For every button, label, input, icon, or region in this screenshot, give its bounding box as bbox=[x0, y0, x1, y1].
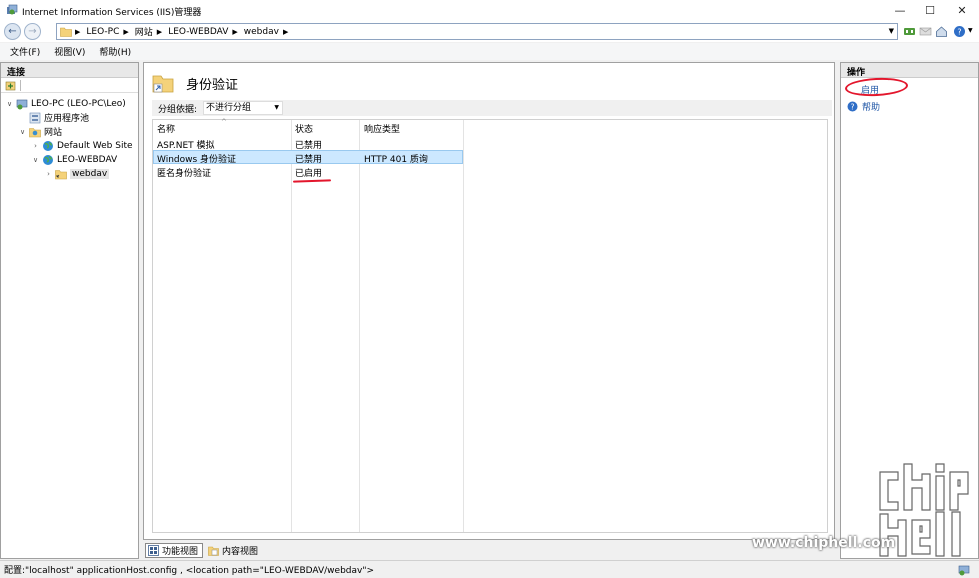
tree-item-sites[interactable]: ∨ 网站 bbox=[18, 125, 63, 139]
maximize-icon: ☐ bbox=[925, 4, 935, 17]
group-by-select[interactable]: 不进行分组 ▼ bbox=[203, 101, 284, 115]
maximize-button[interactable]: ☐ bbox=[915, 0, 945, 21]
menu-file[interactable]: 文件(F) bbox=[10, 45, 40, 58]
annotation-underline bbox=[292, 179, 332, 183]
chevron-down-icon[interactable]: ∨ bbox=[5, 100, 14, 108]
status-text: 配置:"localhost" applicationHost.config , … bbox=[4, 566, 375, 576]
page-header: 身份验证 bbox=[152, 69, 238, 97]
chevron-right-icon[interactable]: › bbox=[44, 170, 53, 178]
menu-help[interactable]: 帮助(H) bbox=[99, 45, 131, 58]
chevron-down-icon: ▼ bbox=[274, 104, 280, 111]
breadcrumb-item[interactable]: LEO-PC bbox=[86, 27, 119, 37]
title-bar: Internet Information Services (IIS)管理器 —… bbox=[0, 0, 979, 21]
menu-bar: 文件(F) 视图(V) 帮助(H) bbox=[0, 43, 979, 60]
help-icon: ? bbox=[847, 101, 858, 112]
content-view-icon bbox=[208, 546, 219, 556]
features-view-icon bbox=[148, 544, 159, 556]
help-icon[interactable]: ? bbox=[953, 25, 966, 38]
close-button[interactable]: ✕ bbox=[947, 0, 977, 21]
svg-text:?: ? bbox=[851, 102, 855, 111]
chevron-down-icon[interactable]: ▼ bbox=[968, 27, 973, 34]
breadcrumb-item[interactable]: LEO-WEBDAV bbox=[168, 27, 228, 37]
chevron-down-icon[interactable]: ▼ bbox=[889, 27, 894, 35]
tree-item-default-web-site[interactable]: › Default Web Site bbox=[31, 139, 133, 152]
group-by-value: 不进行分组 bbox=[206, 103, 252, 113]
connections-toolbar bbox=[1, 78, 138, 93]
tree-label: 网站 bbox=[44, 128, 63, 138]
menu-view[interactable]: 视图(V) bbox=[54, 45, 85, 58]
chevron-right-icon: ▶ bbox=[232, 27, 238, 36]
column-header-status[interactable]: 状态 bbox=[295, 122, 313, 135]
tree-item-leo-webdav[interactable]: ∨ LEO-WEBDAV bbox=[31, 153, 117, 166]
breadcrumb-item[interactable]: 网站 bbox=[135, 25, 153, 38]
address-bar: ← → ▶ LEO-PC ▶ 网站 ▶ LEO-WEBDAV ▶ webdav … bbox=[0, 21, 979, 42]
mail-icon[interactable] bbox=[919, 25, 932, 38]
forward-button[interactable]: → bbox=[24, 23, 41, 40]
breadcrumb-item[interactable]: webdav bbox=[244, 27, 279, 37]
column-header-name[interactable]: 名称 bbox=[157, 122, 175, 135]
create-connection-icon[interactable] bbox=[5, 80, 16, 91]
tree-label: LEO-WEBDAV bbox=[57, 154, 118, 165]
cell-name: 匿名身份验证 bbox=[157, 169, 212, 179]
tree-item-app-pools[interactable]: 应用程序池 bbox=[18, 111, 89, 124]
connections-header: 连接 bbox=[1, 63, 138, 78]
sites-folder-icon bbox=[29, 127, 41, 137]
auth-table: 名称 ^ 状态 响应类型 ASP.NET 模拟 已禁用 Windows 身份验证… bbox=[152, 118, 828, 533]
tree-label: webdav bbox=[70, 168, 110, 179]
group-by-bar: 分组依据: 不进行分组 ▼ bbox=[152, 100, 832, 116]
chevron-right-icon: ▶ bbox=[282, 27, 289, 36]
view-tabs: 功能视图 内容视图 bbox=[145, 542, 265, 558]
page-title: 身份验证 bbox=[186, 77, 239, 93]
chevron-right-icon: ▶ bbox=[75, 27, 81, 36]
svg-text:?: ? bbox=[957, 28, 961, 37]
minimize-button[interactable]: — bbox=[885, 0, 915, 21]
breadcrumb[interactable]: ▶ LEO-PC ▶ 网站 ▶ LEO-WEBDAV ▶ webdav ▶ ▼ bbox=[56, 23, 898, 40]
tab-label: 功能视图 bbox=[162, 546, 199, 557]
tab-label: 内容视图 bbox=[222, 546, 259, 557]
help-link[interactable]: 帮助 bbox=[862, 100, 880, 113]
home-icon[interactable] bbox=[935, 25, 948, 38]
close-icon: ✕ bbox=[957, 4, 967, 17]
tree-label: LEO-PC (LEO-PC\Leo) bbox=[31, 98, 126, 109]
table-row[interactable]: 匿名身份验证 已启用 bbox=[153, 164, 463, 179]
actions-header: 操作 bbox=[841, 63, 978, 78]
cell-status: 已启用 bbox=[295, 169, 323, 179]
arrow-left-icon: ← bbox=[8, 26, 17, 37]
folder-icon bbox=[60, 27, 72, 37]
app-pool-icon bbox=[29, 112, 41, 123]
tree-item-server[interactable]: ∨ LEO-PC (LEO-PC\Leo) bbox=[5, 97, 126, 110]
table-row[interactable]: Windows 身份验证 已禁用 HTTP 401 质询 bbox=[153, 150, 463, 165]
connections-panel: 连接 ∨ LEO-PC (LEO-PC\Leo) 应用程序池 ∨ 网站 › De… bbox=[0, 62, 139, 559]
group-by-label: 分组依据: bbox=[158, 104, 198, 115]
column-header-response-type[interactable]: 响应类型 bbox=[364, 122, 400, 135]
chevron-right-icon: ▶ bbox=[123, 27, 129, 36]
watermark-text: www.chiphell.com bbox=[752, 535, 896, 551]
table-row[interactable]: ASP.NET 模拟 已禁用 bbox=[153, 136, 463, 151]
window-title: Internet Information Services (IIS)管理器 bbox=[22, 8, 202, 18]
tree-label: 应用程序池 bbox=[44, 114, 90, 124]
tab-features-view[interactable]: 功能视图 bbox=[145, 542, 204, 558]
tree-item-webdav[interactable]: › webdav bbox=[44, 167, 110, 180]
chevron-down-icon[interactable]: ∨ bbox=[18, 128, 27, 136]
chevron-right-icon[interactable]: › bbox=[31, 142, 40, 150]
iis-app-icon bbox=[7, 4, 18, 15]
connect-icon[interactable] bbox=[903, 25, 916, 38]
server-icon bbox=[16, 99, 28, 109]
feature-view-panel: 身份验证 分组依据: 不进行分组 ▼ 名称 ^ 状态 响应类型 ASP.NET … bbox=[143, 62, 835, 540]
server-status-icon bbox=[958, 565, 970, 576]
globe-icon bbox=[43, 154, 53, 165]
chevron-right-icon: ▶ bbox=[156, 27, 163, 36]
back-button[interactable]: ← bbox=[4, 23, 21, 40]
globe-icon bbox=[43, 140, 53, 151]
tree-label: Default Web Site bbox=[57, 140, 133, 151]
sort-ascending-icon: ^ bbox=[221, 118, 227, 126]
folder-shortcut-icon bbox=[152, 75, 174, 93]
arrow-right-icon: → bbox=[28, 26, 37, 37]
help-action[interactable]: ? 帮助 bbox=[847, 100, 880, 113]
virtual-directory-icon bbox=[55, 169, 67, 179]
chevron-down-icon[interactable]: ∨ bbox=[31, 156, 40, 164]
status-bar: 配置:"localhost" applicationHost.config , … bbox=[0, 560, 979, 578]
minimize-icon: — bbox=[894, 4, 906, 17]
tab-content-view[interactable]: 内容视图 bbox=[205, 543, 263, 558]
